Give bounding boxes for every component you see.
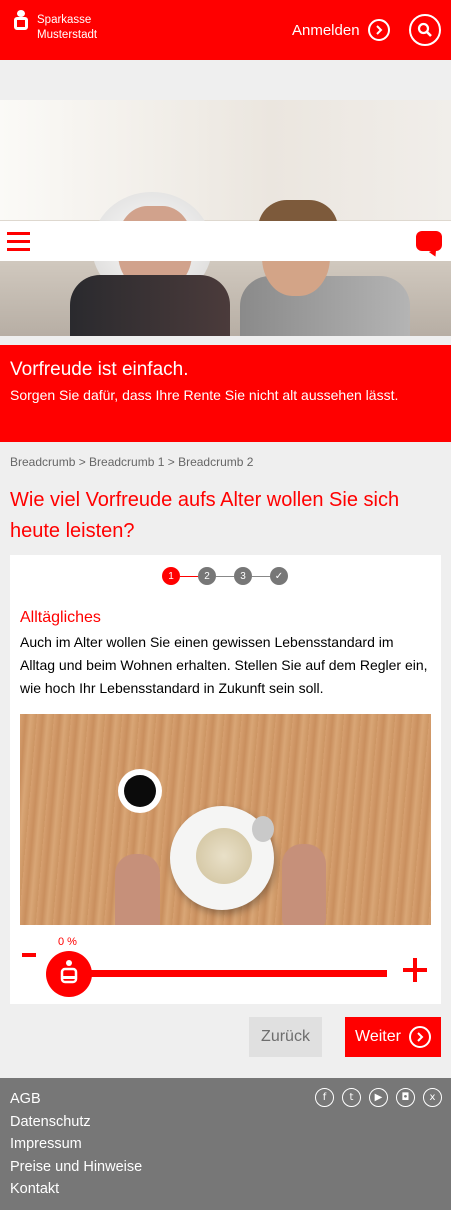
footer-link-kontakt[interactable]: Kontakt	[10, 1178, 142, 1201]
xing-icon[interactable]: x	[423, 1088, 442, 1107]
plus-icon[interactable]	[403, 958, 427, 982]
piggy-icon	[60, 960, 78, 984]
chevron-right-icon	[408, 1026, 431, 1048]
hero-image	[0, 100, 451, 336]
sparkasse-s-icon	[14, 10, 28, 32]
social-links: f t ▶ ◘ x	[315, 1088, 442, 1107]
minus-icon[interactable]	[22, 953, 36, 957]
breadcrumb[interactable]: Breadcrumb > Breadcrumb 1 > Breadcrumb 2	[10, 455, 253, 469]
step-2[interactable]: 2	[198, 567, 216, 585]
chevron-right-icon	[367, 19, 390, 41]
footer-links: AGB Datenschutz Impressum Preise und Hin…	[10, 1088, 142, 1201]
youtube-icon[interactable]: ▶	[369, 1088, 388, 1107]
nav-bar	[0, 221, 451, 261]
next-label: Weiter	[355, 1028, 401, 1045]
brand-line2: Musterstadt	[37, 29, 98, 41]
step-1[interactable]: 1	[162, 567, 180, 585]
section-description: Auch im Alter wollen Sie einen gewissen …	[20, 634, 428, 696]
footer: AGB Datenschutz Impressum Preise und Hin…	[0, 1078, 451, 1210]
slider-value: 0 %	[58, 936, 77, 948]
hero-subtitle: Sorgen Sie dafür, dass Ihre Rente Sie ni…	[10, 387, 399, 403]
step-done[interactable]: ✓	[270, 567, 288, 585]
menu-icon[interactable]	[7, 232, 30, 252]
breakfast-image	[20, 714, 431, 925]
hero-banner: Vorfreude ist einfach. Sorgen Sie dafür,…	[0, 345, 451, 442]
top-header: Sparkasse Musterstadt Anmelden	[0, 0, 451, 60]
search-icon	[417, 22, 432, 37]
footer-link-agb[interactable]: AGB	[10, 1088, 142, 1111]
slider-track[interactable]	[66, 970, 387, 977]
login-button[interactable]: Anmelden	[292, 19, 390, 41]
back-button[interactable]: Zurück	[249, 1017, 322, 1057]
instagram-icon[interactable]: ◘	[396, 1088, 415, 1107]
login-label: Anmelden	[292, 21, 360, 39]
chat-icon[interactable]	[416, 231, 442, 251]
footer-link-datenschutz[interactable]: Datenschutz	[10, 1111, 142, 1134]
footer-link-impressum[interactable]: Impressum	[10, 1133, 142, 1156]
sparkasse-logo[interactable]: Sparkasse Musterstadt	[14, 10, 97, 43]
brand-text: Sparkasse Musterstadt	[37, 13, 97, 43]
brand-line1: Sparkasse	[37, 14, 92, 26]
footer-link-preise[interactable]: Preise und Hinweise	[10, 1156, 142, 1179]
next-button[interactable]: Weiter	[345, 1017, 441, 1057]
search-button[interactable]	[409, 14, 441, 46]
hero-title: Vorfreude ist einfach.	[10, 359, 189, 380]
page-title: Wie viel Vorfreude aufs Alter wollen Sie…	[10, 489, 400, 542]
twitter-icon[interactable]: t	[342, 1088, 361, 1107]
facebook-icon[interactable]: f	[315, 1088, 334, 1107]
calculator-card: 1 2 3 ✓ Alltägliches Auch im Alter wolle…	[10, 555, 441, 1004]
step-3[interactable]: 3	[234, 567, 252, 585]
section-title: Alltägliches	[20, 609, 101, 626]
